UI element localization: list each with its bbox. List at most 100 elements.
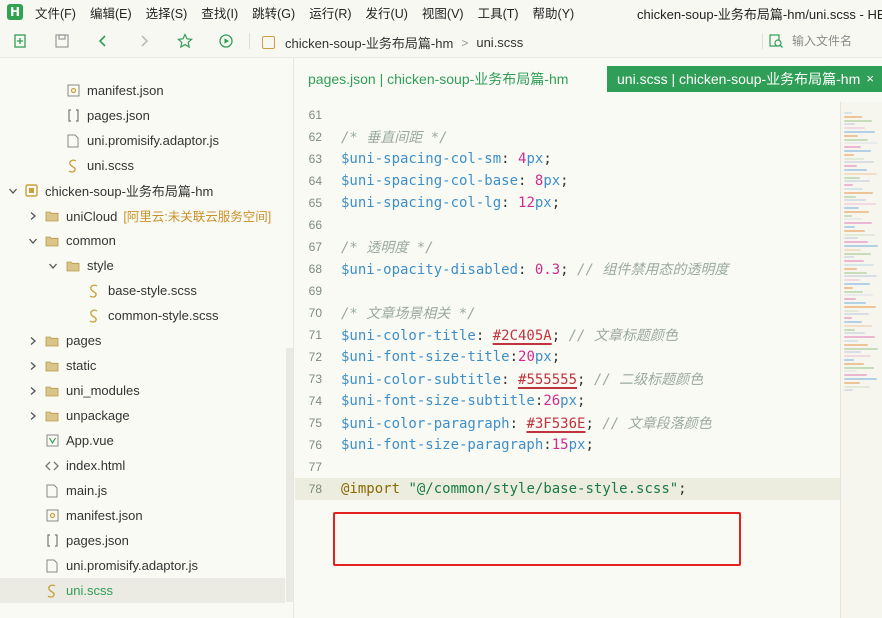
tree-item[interactable]: base-style.scss xyxy=(0,278,285,303)
code-line[interactable]: 77 xyxy=(295,456,840,478)
menu-item[interactable]: 发行(U) xyxy=(359,3,415,22)
tree-item[interactable]: common-style.scss xyxy=(0,303,285,328)
tree-item[interactable]: uniCloud [阿里云:未关联云服务空间] xyxy=(0,203,285,228)
tree-item[interactable]: uni.scss xyxy=(0,153,285,178)
minimap[interactable] xyxy=(840,102,882,618)
chevron-down-icon[interactable] xyxy=(8,185,18,197)
tree-item[interactable]: static xyxy=(0,353,285,378)
code-line[interactable]: 69 xyxy=(295,280,840,302)
line-number: 67 xyxy=(308,240,322,254)
folder-icon xyxy=(45,209,59,223)
code-line[interactable]: 66 xyxy=(295,214,840,236)
code-line[interactable]: 76 $uni-font-size-paragraph:15px; xyxy=(295,434,840,456)
code-line[interactable]: 70 /* 文章场景相关 */ xyxy=(295,302,840,324)
chevron-right-icon[interactable] xyxy=(28,335,38,347)
breadcrumb-file[interactable]: uni.scss xyxy=(476,35,523,50)
tab-uni-scss[interactable]: uni.scss | chicken-soup-业务布局篇-hm × xyxy=(607,66,882,92)
new-file-icon[interactable] xyxy=(12,32,30,50)
tree-item[interactable]: chicken-soup-业务布局篇-hm xyxy=(0,178,285,203)
line-source: $uni-font-size-subtitle:26px; xyxy=(341,393,585,409)
tree-item[interactable]: common xyxy=(0,228,285,253)
tree-item-name: unpackage xyxy=(66,408,130,423)
menu-item[interactable]: 编辑(E) xyxy=(83,3,139,22)
code-line[interactable]: 63 $uni-spacing-col-sm: 4px; xyxy=(295,148,840,170)
tree-item[interactable]: manifest.json xyxy=(0,503,285,528)
tree-item[interactable]: index.html xyxy=(0,453,285,478)
sidebar-scrollbar[interactable] xyxy=(286,348,293,602)
menu-item[interactable]: 帮助(Y) xyxy=(526,3,582,22)
line-number: 70 xyxy=(308,306,322,320)
line-source: $uni-spacing-col-sm: 4px; xyxy=(341,151,552,167)
line-source: $uni-color-paragraph: #3F536E; // 文章段落颜色 xyxy=(341,413,712,433)
code-line[interactable]: 64 $uni-spacing-col-base: 8px; xyxy=(295,170,840,192)
code-line[interactable]: 62 /* 垂直间距 */ xyxy=(295,126,840,148)
menu-item[interactable]: 视图(V) xyxy=(415,3,471,22)
back-arrow-icon[interactable] xyxy=(94,32,112,50)
menu-item[interactable]: 选择(S) xyxy=(139,3,195,22)
menu-item[interactable]: 查找(I) xyxy=(194,3,245,22)
tree-item[interactable]: uni_modules xyxy=(0,378,285,403)
minimap-line xyxy=(844,180,870,183)
token-num: 15 xyxy=(551,437,569,453)
tree-item[interactable]: manifest.json xyxy=(0,78,285,103)
code-line[interactable]: 71 $uni-color-title: #2C405A; // 文章标题颜色 xyxy=(295,324,840,346)
chevron-right-icon[interactable] xyxy=(28,360,38,372)
forward-arrow-icon[interactable] xyxy=(135,32,153,50)
tree-item[interactable]: uni.promisify.adaptor.js xyxy=(0,128,285,153)
menu-item[interactable]: 跳转(G) xyxy=(245,3,302,22)
menu-bar: H 文件(F) 编辑(E) 选择(S) 查找(I) 跳转(G) 运行(R) 发行(U) 视图(… xyxy=(0,0,882,24)
line-number: 64 xyxy=(308,174,322,188)
chevron-right-icon[interactable] xyxy=(28,210,38,222)
tree-item[interactable]: main.js xyxy=(0,478,285,503)
star-icon[interactable] xyxy=(176,32,194,50)
code-line[interactable]: 78 @import "@/common/style/base-style.scs… xyxy=(295,478,840,500)
tree-item-label: uni.scss xyxy=(87,158,134,173)
tree-item-name: base-style.scss xyxy=(108,283,197,298)
minimap-line xyxy=(844,343,868,346)
code-line[interactable]: 67 /* 透明度 */ xyxy=(295,236,840,258)
code-line[interactable]: 75 $uni-color-paragraph: #3F536E; // 文章段落… xyxy=(295,412,840,434)
token-comment: // 组件禁用态的透明度 xyxy=(577,262,729,278)
minimap-line xyxy=(844,336,875,339)
run-icon[interactable] xyxy=(217,32,235,50)
tree-item[interactable]: style xyxy=(0,253,285,278)
scss-icon xyxy=(87,284,101,298)
chevron-down-icon[interactable] xyxy=(28,235,38,247)
chevron-right-icon[interactable] xyxy=(28,410,38,422)
tree-item[interactable]: pages.json xyxy=(0,103,285,128)
chevron-down-icon[interactable] xyxy=(48,260,58,272)
token-num: 26 xyxy=(543,393,561,409)
code-line[interactable]: 68 $uni-opacity-disabled: 0.3; // 组件禁用态的透… xyxy=(295,258,840,280)
tab-pages-json[interactable]: pages.json | chicken-soup-业务布局篇-hm xyxy=(308,66,568,92)
tree-item[interactable]: uni.promisify.adaptor.js xyxy=(0,553,285,578)
hbuilder-logo-icon: H xyxy=(7,4,23,20)
menu-item[interactable]: 工具(T) xyxy=(471,3,526,22)
code-line[interactable]: 74 $uni-font-size-subtitle:26px; xyxy=(295,390,840,412)
file-search-input[interactable] xyxy=(792,34,878,48)
token-comment: /* 文章场景相关 */ xyxy=(341,306,476,322)
hbuilderx-window: H 文件(F) 编辑(E) 选择(S) 查找(I) 跳转(G) 运行(R) 发行(U) 视图(… xyxy=(0,0,882,618)
tree-item-name: uni.promisify.adaptor.js xyxy=(87,133,219,148)
breadcrumb-project[interactable]: chicken-soup-业务布局篇-hm xyxy=(285,33,453,52)
tree-item[interactable]: pages.json xyxy=(0,528,285,553)
code-editor[interactable]: 78 @import "@/common/style/base-style.scs… xyxy=(295,104,840,614)
token-color: #555555 xyxy=(518,372,578,388)
tree-item[interactable]: App.vue xyxy=(0,428,285,453)
tree-item-name: uni.promisify.adaptor.js xyxy=(66,558,198,573)
close-icon[interactable]: × xyxy=(866,66,874,92)
menu-item[interactable]: 文件(F) xyxy=(28,3,83,22)
tree-item[interactable]: pages xyxy=(0,328,285,353)
code-line[interactable]: 72 $uni-font-size-title:20px; xyxy=(295,346,840,368)
code-line[interactable]: 61 xyxy=(295,104,840,126)
menu-item[interactable]: 运行(R) xyxy=(302,3,358,22)
token-punc: ; xyxy=(678,481,687,497)
tree-item[interactable]: uni.scss xyxy=(0,578,285,603)
chevron-right-icon[interactable] xyxy=(28,385,38,397)
minimap-line xyxy=(844,188,863,190)
code-line[interactable]: 73 $uni-color-subtitle: #555555; // 二级标题颜… xyxy=(295,368,840,390)
code-line[interactable]: 65 $uni-spacing-col-lg: 12px; xyxy=(295,192,840,214)
menu-list: 文件(F) 编辑(E) 选择(S) 查找(I) 跳转(G) 运行(R) 发行(U) 视图(V)… xyxy=(28,3,581,22)
minimap-line xyxy=(844,142,878,145)
tree-item[interactable]: unpackage xyxy=(0,403,285,428)
save-icon[interactable] xyxy=(53,32,71,50)
